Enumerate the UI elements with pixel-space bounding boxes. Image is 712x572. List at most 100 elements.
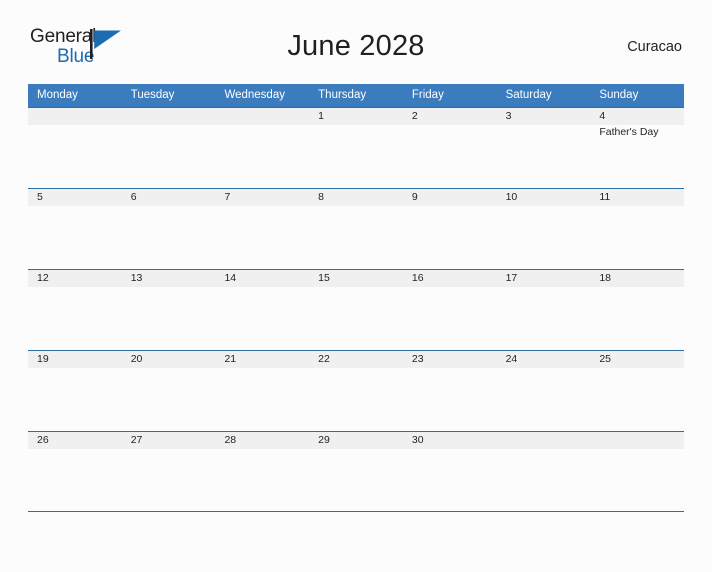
day-number: 5: [37, 191, 43, 203]
day-cell[interactable]: [121, 108, 216, 188]
day-event: [403, 366, 497, 369]
day-number: 25: [599, 353, 611, 365]
weekday-header-sunday: Sunday: [599, 89, 639, 101]
day-event: [122, 204, 216, 207]
week-row: 12 13 14 15 16 17 18: [28, 269, 685, 350]
day-number: 29: [318, 434, 330, 446]
day-event: [309, 204, 403, 207]
day-event: [28, 285, 122, 288]
day-cell[interactable]: 24: [496, 351, 591, 431]
day-cell[interactable]: 20: [121, 351, 216, 431]
day-number: 11: [599, 191, 611, 203]
page-title: June 2028: [287, 30, 425, 62]
day-event: [122, 285, 216, 288]
day-cell[interactable]: 15: [309, 270, 403, 350]
day-event: [403, 285, 497, 288]
day-number: 13: [130, 272, 143, 284]
day-event: [497, 434, 591, 437]
weekday-header-wednesday: Wednesday: [224, 89, 285, 101]
day-event: [309, 123, 403, 126]
day-event: Father's Day: [599, 126, 659, 138]
day-event: [590, 366, 684, 369]
day-cell[interactable]: 4 Father's Day: [590, 108, 685, 188]
day-number: 10: [505, 191, 518, 203]
weekday-header-row: Monday Tuesday Wednesday Thursday Friday…: [28, 84, 684, 107]
week-row: 1 2 3 4 Father's Day: [28, 107, 685, 188]
week-row: 26 27 28 29 30: [28, 431, 685, 512]
day-number: 20: [130, 353, 143, 365]
day-cell[interactable]: 5: [28, 189, 122, 269]
day-number: 12: [37, 272, 49, 284]
day-cell[interactable]: 22: [309, 351, 403, 431]
day-event: [122, 110, 216, 113]
day-cell[interactable]: 2: [402, 108, 497, 188]
day-cell[interactable]: 17: [496, 270, 591, 350]
day-event: [215, 204, 309, 207]
day-cell[interactable]: 28: [215, 432, 310, 511]
day-number: 3: [505, 110, 512, 122]
day-event: [215, 447, 309, 450]
page-header: General Blue June 2028 Curacao: [28, 22, 684, 78]
day-cell[interactable]: 27: [121, 432, 216, 511]
day-number: 16: [411, 272, 424, 284]
day-event: [497, 204, 591, 207]
day-number: 15: [318, 272, 330, 284]
day-cell[interactable]: 18: [590, 270, 685, 350]
day-number: 2: [411, 110, 418, 122]
day-cell[interactable]: 1: [309, 108, 403, 188]
day-cell[interactable]: 10: [496, 189, 591, 269]
day-event: [497, 123, 591, 126]
day-cell[interactable]: 12: [28, 270, 122, 350]
day-event: [122, 366, 216, 369]
day-number: 26: [37, 434, 49, 446]
day-cell[interactable]: [215, 108, 310, 188]
day-event: [28, 204, 122, 207]
day-event: [403, 123, 497, 126]
day-cell[interactable]: 30: [402, 432, 497, 511]
day-number: 8: [318, 191, 324, 203]
day-cell[interactable]: 7: [215, 189, 310, 269]
day-number: 22: [318, 353, 330, 365]
weekday-header-tuesday: Tuesday: [130, 89, 175, 101]
day-number: 14: [224, 272, 237, 284]
day-cell[interactable]: 26: [28, 432, 122, 511]
day-number: 17: [505, 272, 518, 284]
day-event: [122, 447, 216, 450]
day-event: [309, 447, 403, 450]
weekday-header-saturday: Saturday: [505, 89, 552, 101]
day-number: 1: [318, 110, 324, 122]
day-cell[interactable]: 8: [309, 189, 403, 269]
day-event: [28, 447, 122, 450]
day-cell[interactable]: 16: [402, 270, 497, 350]
day-number: 19: [37, 353, 49, 365]
day-cell[interactable]: 6: [121, 189, 216, 269]
day-cell[interactable]: 14: [215, 270, 310, 350]
day-cell[interactable]: [28, 108, 122, 188]
day-number: 23: [411, 353, 424, 365]
day-cell[interactable]: 23: [402, 351, 497, 431]
week-row: 5 6 7 8 9 10 11: [28, 188, 685, 269]
weekday-header-friday: Friday: [411, 89, 444, 101]
day-number: 4: [599, 110, 606, 122]
weekday-header-monday: Monday: [37, 89, 78, 101]
day-cell[interactable]: 29: [309, 432, 403, 511]
day-cell[interactable]: 25: [590, 351, 685, 431]
day-number: 30: [411, 434, 424, 446]
day-cell[interactable]: 19: [28, 351, 122, 431]
day-number: 9: [411, 191, 418, 203]
day-cell[interactable]: 3: [496, 108, 591, 188]
day-cell[interactable]: 9: [402, 189, 497, 269]
day-number: 24: [505, 353, 518, 365]
day-event: [28, 110, 122, 113]
day-cell[interactable]: [590, 432, 685, 511]
day-number: 6: [130, 191, 137, 203]
day-cell[interactable]: [496, 432, 591, 511]
day-cell[interactable]: 13: [121, 270, 216, 350]
day-cell[interactable]: 11: [590, 189, 685, 269]
day-cell[interactable]: 21: [215, 351, 310, 431]
day-number: 28: [224, 434, 237, 446]
calendar-page: General Blue June 2028 Curacao Monday Tu…: [0, 22, 712, 572]
day-number: 18: [599, 272, 611, 284]
day-event: [215, 366, 309, 369]
day-event: [28, 366, 122, 369]
